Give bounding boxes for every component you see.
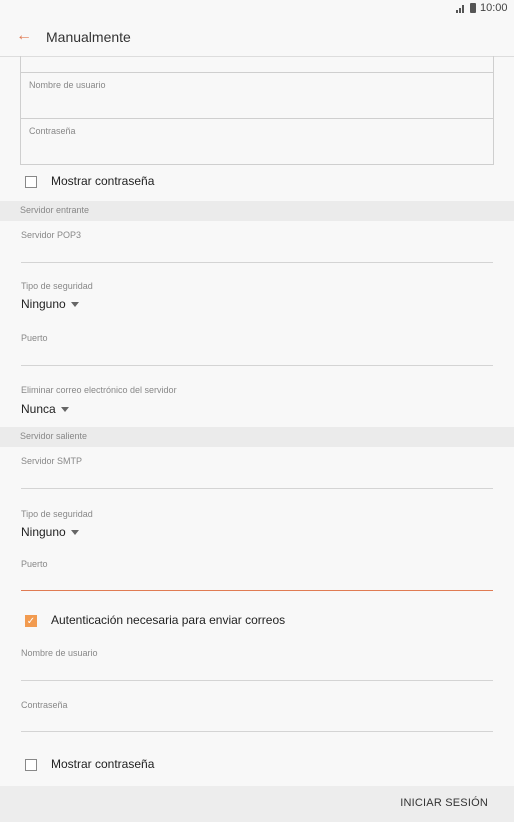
outgoing-security-dropdown[interactable]: Ninguno xyxy=(21,525,79,539)
outgoing-username-underline xyxy=(21,680,493,681)
status-time: 10:00 xyxy=(480,2,508,14)
incoming-server-header: Servidor entrante xyxy=(0,201,514,221)
outgoing-server-header: Servidor saliente xyxy=(0,427,514,447)
show-password-label-2: Mostrar contraseña xyxy=(51,757,155,771)
smtp-server-field[interactable]: Servidor SMTP xyxy=(21,456,493,466)
battery-icon xyxy=(470,3,476,13)
box-top-edge xyxy=(21,56,493,72)
incoming-server-header-label: Servidor entrante xyxy=(20,205,90,215)
username-field[interactable]: Nombre de usuario xyxy=(21,72,493,118)
show-password-checkbox-2[interactable] xyxy=(25,759,37,771)
dropdown-arrow-icon xyxy=(60,407,69,413)
incoming-port-field[interactable]: Puerto xyxy=(21,333,493,343)
arrow-left-icon[interactable]: ← xyxy=(16,27,32,45)
outgoing-password-underline xyxy=(21,731,493,732)
dropdown-arrow-icon xyxy=(70,530,79,536)
outgoing-security-value: Ninguno xyxy=(21,525,66,539)
incoming-port-underline xyxy=(21,365,493,366)
username-label: Nombre de usuario xyxy=(29,80,106,90)
auth-required-label: Autenticación necesaria para enviar corr… xyxy=(51,613,286,627)
page-title: Manualmente xyxy=(46,29,131,45)
outgoing-security-label: Tipo de seguridad xyxy=(21,509,93,519)
auth-required-checkbox[interactable]: ✓ xyxy=(25,615,37,627)
outgoing-password-field[interactable]: Contraseña xyxy=(21,700,493,710)
show-password-checkbox[interactable] xyxy=(25,176,37,188)
incoming-port-label: Puerto xyxy=(21,333,48,343)
outgoing-port-underline xyxy=(21,590,493,591)
delete-email-label: Eliminar correo electrónico del servidor xyxy=(21,385,177,395)
outgoing-port-field[interactable]: Puerto xyxy=(21,559,493,569)
dropdown-arrow-icon xyxy=(70,302,79,308)
incoming-security-field: Tipo de seguridad xyxy=(21,281,493,291)
outgoing-username-field[interactable]: Nombre de usuario xyxy=(21,648,493,658)
delete-email-value: Nunca xyxy=(21,402,56,416)
auth-required-row[interactable]: ✓ Autenticación necesaria para enviar co… xyxy=(0,610,514,634)
incoming-security-dropdown[interactable]: Ninguno xyxy=(21,297,79,311)
outgoing-server-header-label: Servidor saliente xyxy=(20,431,88,441)
outgoing-port-label: Puerto xyxy=(21,559,48,569)
pop3-server-underline xyxy=(21,262,493,263)
pop3-server-field[interactable]: Servidor POP3 xyxy=(21,230,493,240)
delete-email-field: Eliminar correo electrónico del servidor xyxy=(21,385,493,395)
pop3-server-label: Servidor POP3 xyxy=(21,230,82,240)
password-label: Contraseña xyxy=(29,126,76,136)
smtp-server-label: Servidor SMTP xyxy=(21,456,83,466)
app-bar: ← Manualmente xyxy=(0,20,514,56)
smtp-server-underline xyxy=(21,488,493,489)
show-password-row[interactable]: Mostrar contraseña xyxy=(0,171,514,195)
outgoing-username-label: Nombre de usuario xyxy=(21,648,98,658)
show-password-label: Mostrar contraseña xyxy=(51,174,155,188)
outgoing-password-label: Contraseña xyxy=(21,700,68,710)
show-password-row-2[interactable]: Mostrar contraseña xyxy=(0,754,514,778)
signal-icon xyxy=(456,5,464,13)
outgoing-security-field: Tipo de seguridad xyxy=(21,509,493,519)
incoming-security-label: Tipo de seguridad xyxy=(21,281,93,291)
delete-email-dropdown[interactable]: Nunca xyxy=(21,402,69,416)
incoming-security-value: Ninguno xyxy=(21,297,66,311)
signin-button[interactable]: INICIAR SESIÓN xyxy=(400,797,488,809)
status-bar: 10:00 xyxy=(0,0,514,18)
password-field[interactable]: Contraseña xyxy=(21,118,493,164)
bottom-bar: INICIAR SESIÓN xyxy=(0,786,514,822)
account-box: Nombre de usuario Contraseña xyxy=(20,56,494,165)
